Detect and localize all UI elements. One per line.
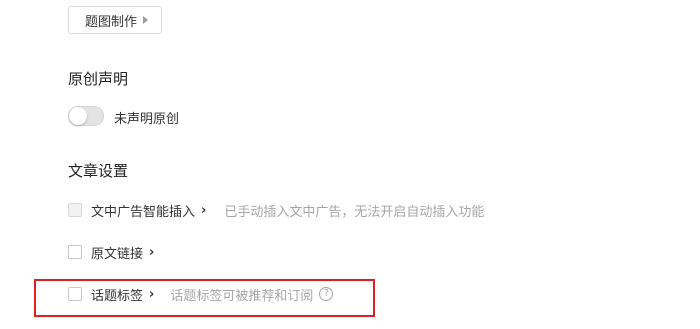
toggle-knob: [69, 107, 87, 125]
setting-row-ad-insert: 文中广告智能插入 › 已手动插入文中广告，无法开启自动插入功能: [68, 200, 484, 220]
cover-image-button-label: 题图制作: [85, 14, 138, 30]
cover-image-button[interactable]: 题图制作: [68, 6, 162, 34]
ad-insert-label[interactable]: 文中广告智能插入: [91, 201, 195, 220]
ad-insert-checkbox[interactable]: [68, 203, 82, 217]
caret-right-icon: [143, 16, 149, 24]
source-link-label[interactable]: 原文链接: [91, 243, 143, 262]
ad-insert-hint: 已手动插入文中广告，无法开启自动插入功能: [224, 204, 485, 220]
source-link-checkbox[interactable]: [68, 245, 82, 259]
original-toggle[interactable]: [68, 106, 104, 126]
setting-row-source-link: 原文链接 ›: [68, 242, 154, 262]
article-settings-title: 文章设置: [68, 162, 129, 180]
original-toggle-label: 未声明原创: [114, 112, 180, 127]
highlight-box: [34, 279, 375, 317]
original-section-title: 原创声明: [68, 70, 129, 88]
chevron-right-icon[interactable]: ›: [201, 203, 206, 218]
chevron-right-icon[interactable]: ›: [149, 245, 154, 260]
